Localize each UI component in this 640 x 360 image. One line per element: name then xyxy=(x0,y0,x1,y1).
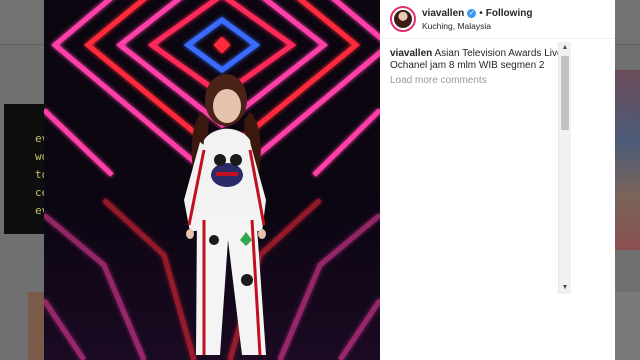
stage-photo-illustration xyxy=(44,0,380,360)
background-post-right xyxy=(612,70,640,250)
load-more-comments-link[interactable]: Load more comments xyxy=(390,75,580,87)
post-header: viavallen ✓ • Following Kuching, Malaysi… xyxy=(380,0,615,39)
scroll-down-icon[interactable]: ▼ xyxy=(559,282,571,294)
user-avatar[interactable] xyxy=(390,6,416,32)
post-location[interactable]: Kuching, Malaysia xyxy=(422,21,532,31)
post-side-panel: viavallen ✓ • Following Kuching, Malaysi… xyxy=(380,0,615,360)
background-post-left: ev wo to ce ev xyxy=(4,104,48,234)
post-photo[interactable] xyxy=(44,0,380,360)
scroll-up-icon[interactable]: ▲ xyxy=(559,42,571,54)
avatar-image xyxy=(394,10,412,28)
comment-username[interactable]: viavallen xyxy=(390,48,432,59)
scrollbar-thumb[interactable] xyxy=(561,56,569,130)
post-modal: viavallen ✓ • Following Kuching, Malaysi… xyxy=(44,0,615,360)
following-button[interactable]: Following xyxy=(486,8,533,19)
post-username[interactable]: viavallen xyxy=(422,8,464,19)
verified-badge-icon: ✓ xyxy=(467,8,477,18)
header-separator: • xyxy=(479,7,483,19)
header-row: viavallen ✓ • Following xyxy=(422,8,532,19)
comment-item: viavallen Asian Television Awards Live O… xyxy=(390,48,580,71)
header-text: viavallen ✓ • Following Kuching, Malaysi… xyxy=(422,8,532,31)
comments-scrollbar[interactable]: ▲ ▼ xyxy=(558,42,571,294)
background-post-right-lower xyxy=(612,292,640,360)
comments-list: viavallen Asian Television Awards Live O… xyxy=(390,48,580,87)
